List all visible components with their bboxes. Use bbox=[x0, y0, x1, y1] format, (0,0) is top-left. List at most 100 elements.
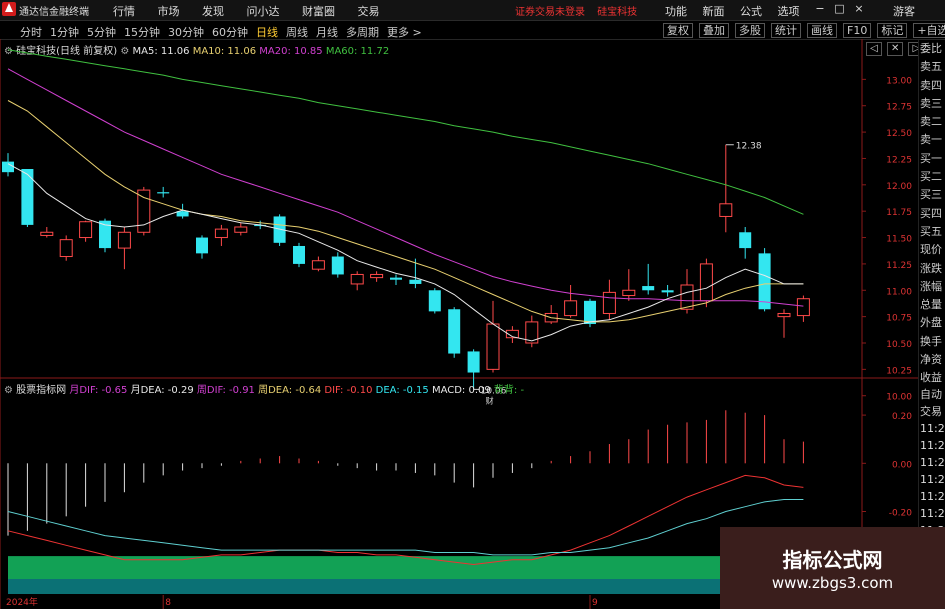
kline-chart[interactable]: 13.00 12.75 12.50 12.25 12.00 11.75 11.50 11.25… bbox=[0, 39, 918, 609]
candle bbox=[642, 263, 655, 295]
period-tab-8[interactable]: 月线 bbox=[316, 24, 338, 40]
quote-row-6[interactable]: 买一 bbox=[919, 150, 945, 168]
dea-line bbox=[7, 499, 804, 556]
candle bbox=[293, 242, 305, 268]
quote-row-7[interactable]: 买二 bbox=[919, 168, 945, 186]
quote-row-3[interactable]: 卖三 bbox=[919, 95, 945, 113]
week-dif: 周DIF: -0.91 bbox=[196, 385, 255, 396]
menu-discover[interactable]: 发现 bbox=[202, 3, 224, 19]
top-menu-bar: 通达信金融终端 行情 市场 发现 问小达 财富圈 交易 证券交易未登录 硅宝科技… bbox=[0, 0, 945, 21]
quote-row-16[interactable]: 换手 bbox=[919, 333, 945, 351]
candle-body-down bbox=[428, 290, 441, 312]
candle-body-up bbox=[350, 273, 364, 285]
candle-body-down bbox=[758, 253, 771, 310]
tool-button-5[interactable]: F10 bbox=[843, 23, 872, 38]
dif-value: DIF: -0.10 bbox=[324, 385, 373, 396]
period-tab-2[interactable]: 5分钟 bbox=[87, 24, 116, 40]
candle-body-up bbox=[719, 203, 733, 217]
price-tick-label: 12.00 bbox=[886, 182, 912, 192]
menu-ask[interactable]: 问小达 bbox=[247, 3, 280, 19]
candle-body-down bbox=[448, 309, 461, 354]
menu-market[interactable]: 市场 bbox=[158, 3, 180, 19]
menu-new-layout[interactable]: 新面 bbox=[703, 3, 725, 19]
period-tab-10[interactable]: 更多 > bbox=[387, 24, 422, 40]
period-tab-4[interactable]: 30分钟 bbox=[168, 24, 204, 40]
quote-row-15[interactable]: 外盘 bbox=[919, 314, 945, 332]
menu-options[interactable]: 选项 bbox=[778, 3, 800, 19]
quote-row-11[interactable]: 现价 bbox=[919, 241, 945, 259]
period-tab-3[interactable]: 15分钟 bbox=[124, 24, 160, 40]
period-tab-5[interactable]: 60分钟 bbox=[212, 24, 248, 40]
window-controls: − □ × bbox=[812, 2, 867, 15]
quote-row-0[interactable]: 委比 bbox=[919, 40, 945, 58]
tick-row-1: 交易 bbox=[920, 405, 942, 418]
quote-row-8[interactable]: 买三 bbox=[919, 186, 945, 204]
quote-row-18[interactable]: 收益 bbox=[919, 369, 945, 387]
candle-body-down bbox=[157, 192, 170, 194]
menu-formula[interactable]: 公式 bbox=[740, 3, 762, 19]
period-tab-0[interactable]: 分时 bbox=[20, 24, 42, 40]
tool-button-7[interactable]: +自选 bbox=[913, 23, 945, 38]
quote-row-1[interactable]: 卖五 bbox=[919, 58, 945, 76]
quote-row-5[interactable]: 卖一 bbox=[919, 131, 945, 149]
close-icon[interactable]: × bbox=[851, 2, 867, 15]
candle bbox=[622, 269, 636, 301]
candle bbox=[196, 235, 208, 259]
candle-body-up bbox=[777, 312, 791, 318]
period-tab-6[interactable]: 日线 bbox=[256, 24, 278, 40]
period-tab-7[interactable]: 周线 bbox=[286, 24, 308, 40]
candle bbox=[2, 153, 14, 177]
price-tick-label: 13.00 bbox=[886, 76, 912, 86]
tool-button-2[interactable]: 多股 bbox=[735, 23, 765, 38]
guest-user[interactable]: 游客 bbox=[893, 3, 915, 19]
login-notice: 证券交易未登录 硅宝科技 bbox=[515, 3, 646, 18]
watermark: 指标公式网 www.zbgs3.com bbox=[720, 527, 945, 609]
quote-row-4[interactable]: 卖二 bbox=[919, 113, 945, 131]
quote-row-14[interactable]: 总量 bbox=[919, 296, 945, 314]
dea-value: DEA: -0.15 bbox=[375, 385, 429, 396]
quote-row-12[interactable]: 涨跌 bbox=[919, 260, 945, 278]
period-tab-9[interactable]: 多周期 bbox=[346, 24, 379, 40]
tick-row-3: 11:28 bbox=[920, 439, 945, 452]
period-tab-1[interactable]: 1分钟 bbox=[50, 24, 79, 40]
candle bbox=[719, 144, 733, 233]
tool-button-3[interactable]: 统计 bbox=[771, 23, 801, 38]
quote-row-2[interactable]: 卖四 bbox=[919, 77, 945, 95]
main-menu: 行情 市场 发现 问小达 财富圈 交易 bbox=[113, 3, 399, 19]
indicator-name[interactable]: 股票指标网 bbox=[16, 385, 66, 396]
tool-button-4[interactable]: 画线 bbox=[807, 23, 837, 38]
tick-row-0: 自动 bbox=[920, 388, 942, 401]
menu-functions[interactable]: 功能 bbox=[665, 3, 687, 19]
candle bbox=[544, 305, 558, 325]
maximize-icon[interactable]: □ bbox=[832, 2, 848, 15]
candle-body-down bbox=[2, 161, 14, 173]
tool-button-1[interactable]: 叠加 bbox=[699, 23, 729, 38]
macd-tick-label: 0.00 bbox=[892, 460, 912, 470]
candle-body-up bbox=[137, 189, 151, 233]
candle bbox=[157, 186, 170, 198]
tool-button-0[interactable]: 复权 bbox=[663, 23, 693, 38]
trade-login-status[interactable]: 证券交易未登录 bbox=[515, 7, 585, 18]
tick-row-4: 11:28 bbox=[920, 456, 945, 469]
price-tick-label: 10.00 bbox=[886, 393, 912, 403]
indicator-gear-icon[interactable]: ⚙ bbox=[4, 385, 13, 396]
candle bbox=[40, 227, 54, 238]
candle bbox=[59, 235, 73, 261]
candle-body-up bbox=[370, 273, 384, 279]
menu-wealth[interactable]: 财富圈 bbox=[302, 3, 335, 19]
minimize-icon[interactable]: − bbox=[812, 2, 828, 15]
quote-row-13[interactable]: 涨幅 bbox=[919, 278, 945, 296]
candle bbox=[370, 271, 384, 282]
tool-button-6[interactable]: 标记 bbox=[877, 23, 908, 38]
candle-body-up bbox=[796, 298, 810, 317]
candle bbox=[390, 274, 402, 285]
quote-row-10[interactable]: 买五 bbox=[919, 223, 945, 241]
menu-trade[interactable]: 交易 bbox=[358, 3, 380, 19]
macd-tick-label: 0.20 bbox=[892, 412, 912, 422]
quote-row-17[interactable]: 净资 bbox=[919, 351, 945, 369]
menu-quotes[interactable]: 行情 bbox=[113, 3, 135, 19]
quote-row-9[interactable]: 买四 bbox=[919, 205, 945, 223]
financial-report-tag: 财 bbox=[486, 395, 494, 405]
candle bbox=[564, 285, 578, 318]
current-stock-name: 硅宝科技 bbox=[597, 7, 638, 18]
